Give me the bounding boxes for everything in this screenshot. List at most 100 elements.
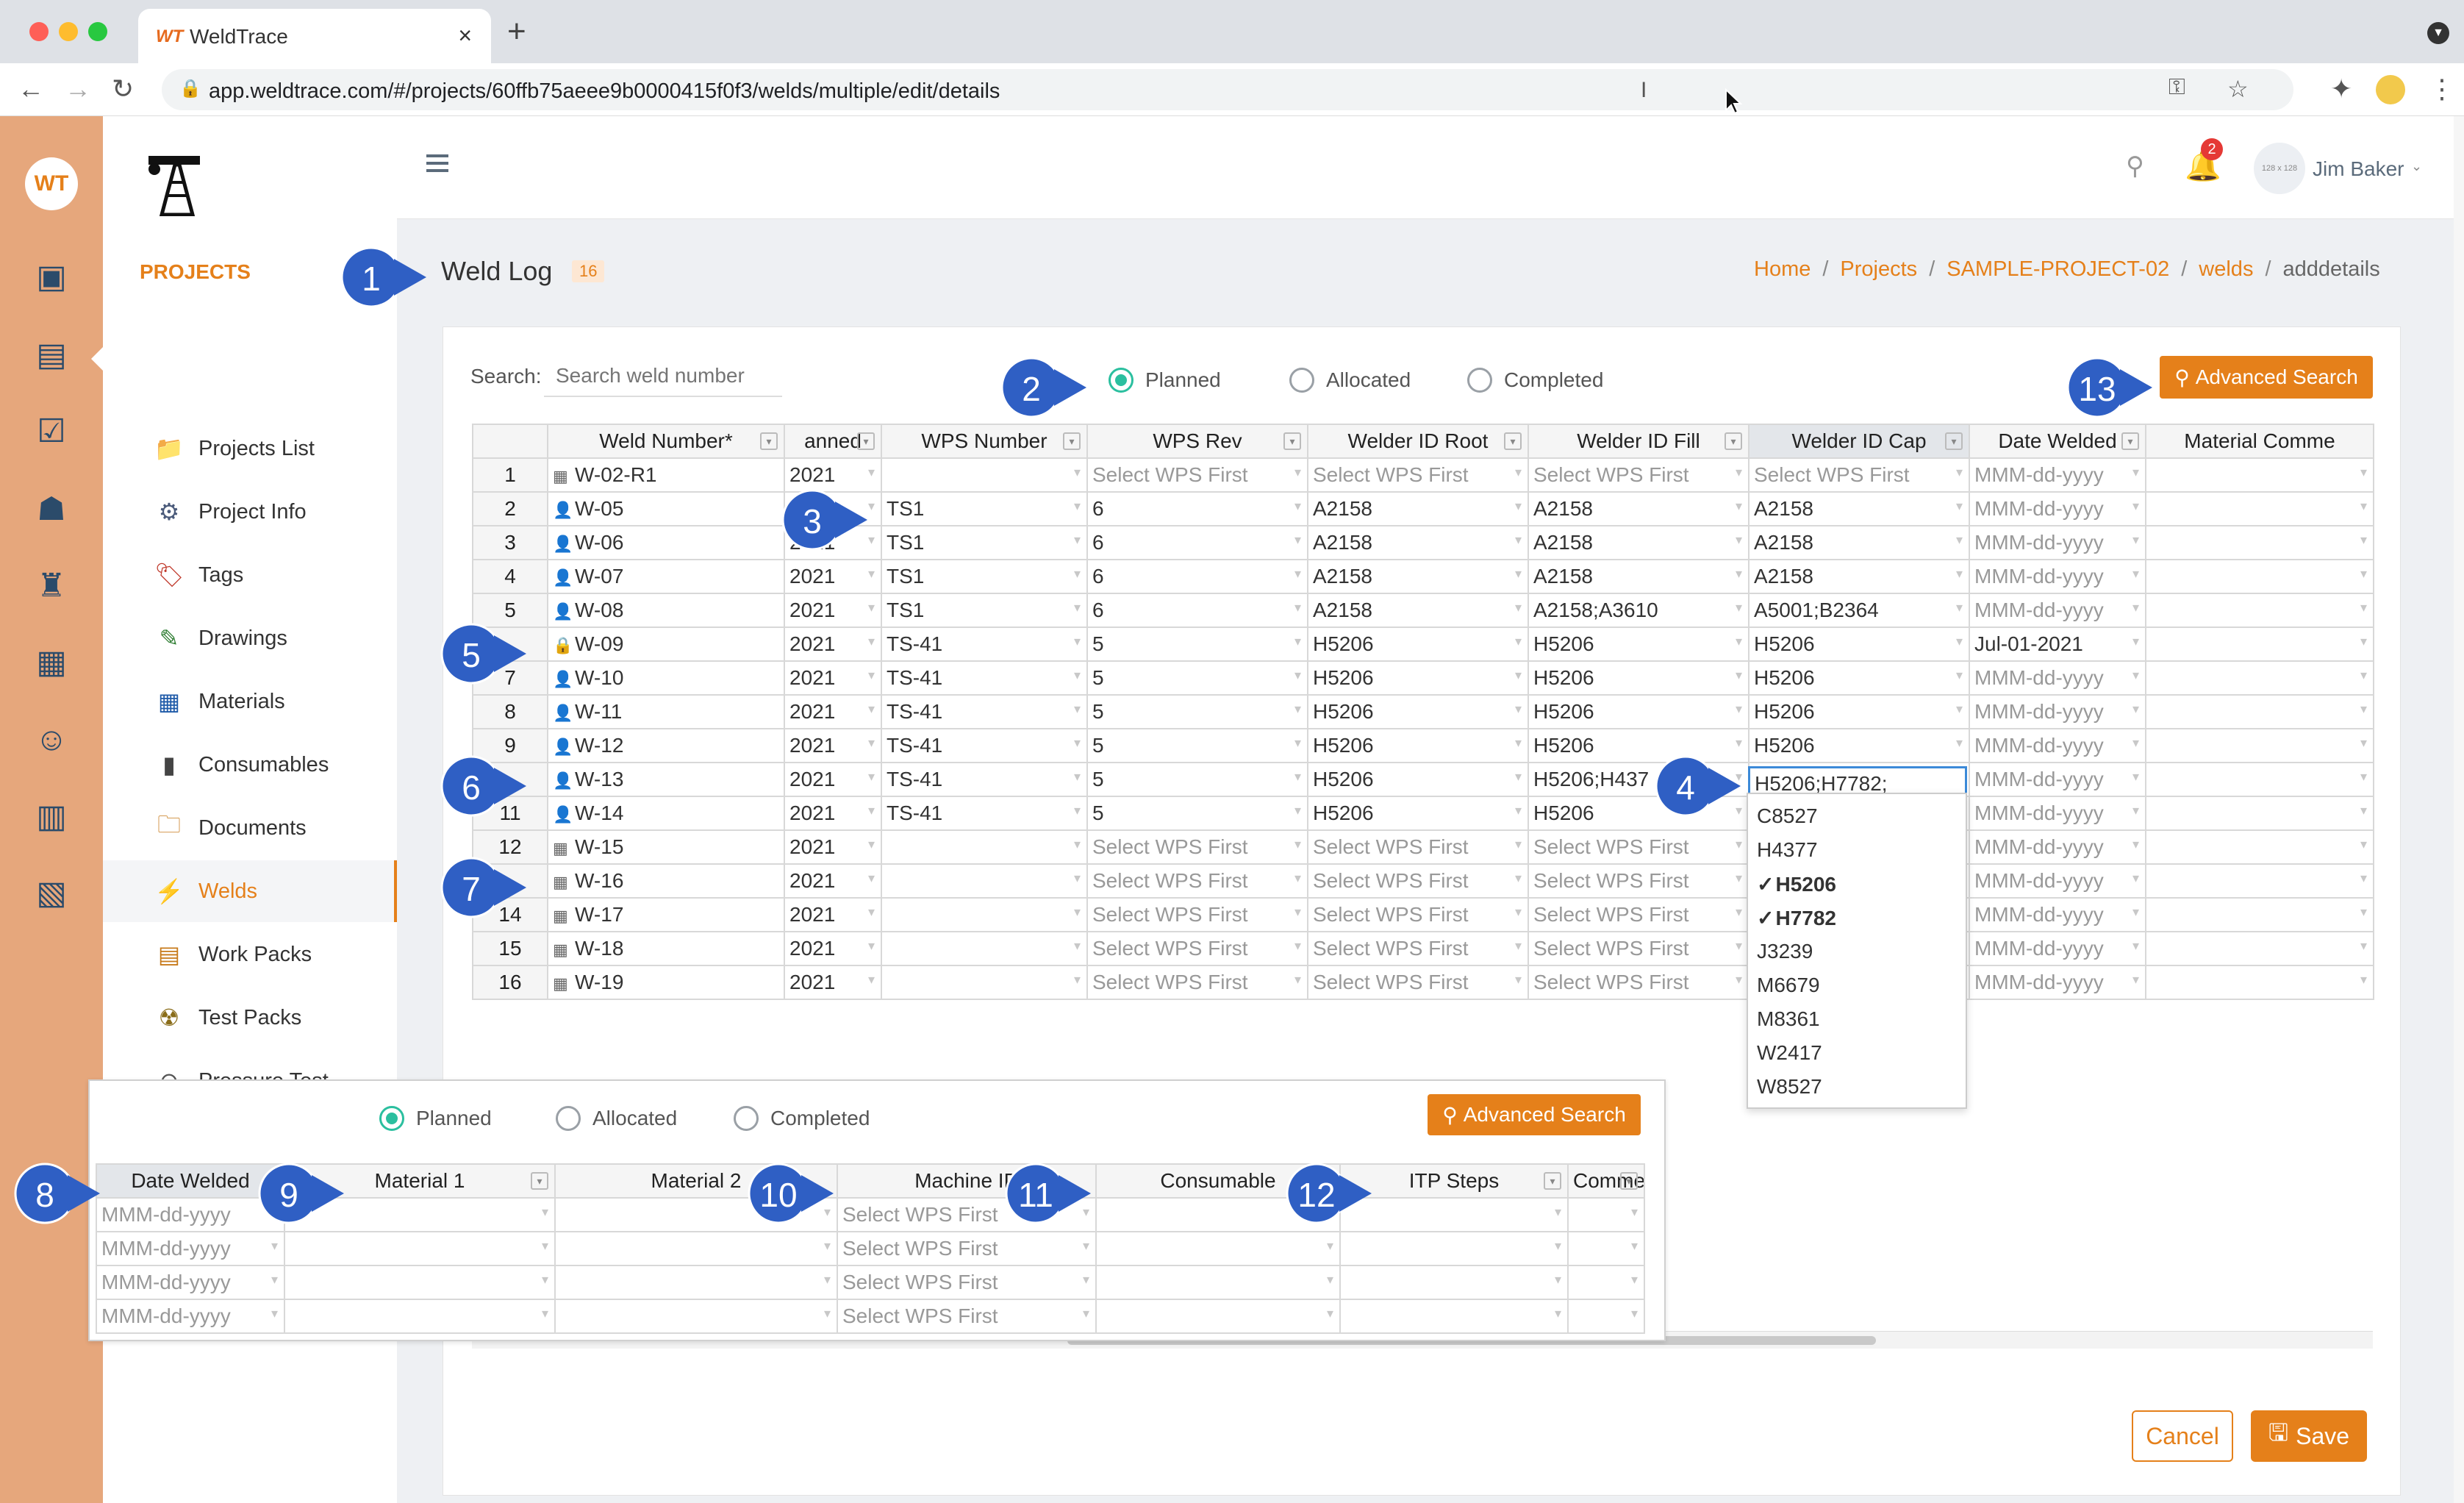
address-bar[interactable]: 🔒 app.weldtrace.com/#/projects/60ffb75ae… <box>162 69 2293 110</box>
sidebar-item-materials[interactable]: ▦ Materials <box>103 671 397 732</box>
table-row[interactable]: 14▦W-172021Select WPS FirstSelect WPS Fi… <box>472 897 2374 932</box>
welder-id-option[interactable]: H4377 <box>1757 838 1818 862</box>
date-cell[interactable]: MMM-dd-yyyy <box>1969 762 2146 797</box>
cancel-button[interactable]: Cancel <box>2132 1410 2233 1462</box>
wps-cell[interactable]: TS-41 <box>881 626 1088 662</box>
overlay-cell[interactable] <box>1567 1231 1645 1266</box>
overlay-cell[interactable] <box>1095 1299 1341 1334</box>
column-header[interactable]: Material Comme <box>2145 424 2374 459</box>
cap-cell[interactable]: A2158 <box>1748 491 1970 526</box>
dashboard-icon[interactable]: ▣ <box>28 253 75 300</box>
wps-cell[interactable]: TS1 <box>881 491 1088 526</box>
back-arrow-icon[interactable]: ← <box>18 74 44 104</box>
sidebar-item-project-info[interactable]: ⚙ Project Info <box>103 481 397 543</box>
welder-id-option[interactable]: ✓H7782 <box>1757 906 1836 930</box>
cap-cell[interactable]: H5206 <box>1748 660 1970 696</box>
weld-number-cell[interactable]: 👤W-07 <box>547 559 785 594</box>
welder-id-option[interactable]: ✓H5206 <box>1757 872 1836 896</box>
new-tab-button[interactable]: + <box>507 13 526 50</box>
sidebar-item-work-packs[interactable]: ▤ Work Packs <box>103 924 397 985</box>
material-comment-cell[interactable] <box>2145 796 2374 831</box>
date-cell[interactable]: MMM-dd-yyyy <box>1969 728 2146 763</box>
overlay-advanced-search-button[interactable]: ⚲ Advanced Search <box>1428 1094 1641 1135</box>
column-filter-icon[interactable]: ▾ <box>857 432 875 450</box>
wps-cell[interactable]: TS-41 <box>881 796 1088 831</box>
table-row[interactable]: 4👤W-072021TS16A2158A2158A2158MMM-dd-yyyy <box>472 559 2374 594</box>
breadcrumb-projects[interactable]: Projects <box>1840 257 1917 282</box>
root-cell[interactable]: H5206 <box>1307 660 1529 696</box>
overlay-cell[interactable] <box>1567 1265 1645 1300</box>
fill-cell[interactable]: A2158 <box>1528 525 1749 560</box>
sidebar-item-welds[interactable]: ⚡ Welds <box>103 860 397 922</box>
radio-allocated[interactable]: Allocated <box>1289 368 1411 393</box>
rev-cell[interactable]: 5 <box>1086 762 1308 797</box>
cap-cell[interactable]: H5206 <box>1748 626 1970 662</box>
weld-number-cell[interactable]: 👤W-13 <box>547 762 785 797</box>
table-row[interactable]: 16 ▦ W-19 2021 Select WPS First Select WPS Fi… <box>472 965 2374 1000</box>
overlay-radio-completed[interactable]: Completed <box>734 1106 870 1131</box>
sidebar-item-consumables[interactable]: ▮ Consumables <box>103 734 397 796</box>
date-cell[interactable]: MMM-dd-yyyy <box>1969 931 2146 966</box>
date-cell[interactable]: MMM-dd-yyyy <box>1969 694 2146 729</box>
overlay-cell[interactable]: Select WPS First <box>837 1231 1097 1266</box>
fill-cell[interactable]: H5206 <box>1528 694 1749 729</box>
wps-cell[interactable] <box>881 931 1088 966</box>
root-cell[interactable]: Select WPS First <box>1307 863 1529 899</box>
date-cell[interactable]: MMM-dd-yyyy <box>1969 491 2146 526</box>
weld-number-cell[interactable]: 🔒W-09 <box>547 626 785 662</box>
sidebar-item-documents[interactable]: 🗀 Documents <box>103 797 397 859</box>
overlay-radio-allocated-circle[interactable] <box>556 1106 581 1131</box>
rev-cell[interactable]: 6 <box>1086 593 1308 628</box>
overlay-cell[interactable] <box>1095 1231 1341 1266</box>
material-comment-cell[interactable] <box>2145 593 2374 628</box>
weld-number-cell[interactable]: 👤W-05 <box>547 491 785 526</box>
close-window-button[interactable] <box>29 22 49 41</box>
tab-search-icon[interactable]: ▼ <box>2427 22 2449 44</box>
column-filter-icon[interactable]: ▾ <box>1725 432 1742 450</box>
hamburger-menu-icon[interactable] <box>426 154 448 176</box>
column-header[interactable]: WPS Number ▾ <box>881 424 1088 459</box>
overlay-cell[interactable] <box>284 1299 556 1334</box>
root-cell[interactable]: H5206 <box>1307 694 1529 729</box>
table-row[interactable]: 8👤W-112021TS-415H5206H5206H5206MMM-dd-yy… <box>472 694 2374 729</box>
material-comment-cell[interactable] <box>2145 660 2374 696</box>
table-row[interactable]: 3👤W-062021TS16A2158A2158A2158MMM-dd-yyyy <box>472 525 2374 560</box>
key-icon[interactable]: ⚿ <box>2168 75 2185 100</box>
overlay-cell[interactable]: MMM-dd-yyyy <box>96 1265 285 1300</box>
overlay-cell[interactable] <box>1339 1265 1569 1300</box>
user-menu-chevron-icon[interactable]: ⌄ <box>2411 159 2422 174</box>
rev-cell[interactable]: 5 <box>1086 728 1308 763</box>
material-comment-cell[interactable] <box>2145 626 2374 662</box>
welder-id-option[interactable]: M8361 <box>1757 1007 1820 1031</box>
wps-cell[interactable]: TS-41 <box>881 694 1088 729</box>
cap-cell[interactable]: H5206 <box>1748 728 1970 763</box>
rev-cell[interactable]: 5 <box>1086 660 1308 696</box>
overlay-cell[interactable] <box>1339 1299 1569 1334</box>
material-comment-cell[interactable] <box>2145 559 2374 594</box>
date-cell[interactable]: MMM-dd-yyyy <box>1969 897 2146 932</box>
root-cell[interactable]: Select WPS First <box>1307 965 1529 1000</box>
overlay-cell[interactable]: Select WPS First <box>837 1299 1097 1334</box>
weld-number-cell[interactable]: ▦ W-18 <box>547 931 785 966</box>
fill-cell[interactable]: Select WPS First <box>1528 965 1749 1000</box>
wps-cell[interactable] <box>881 829 1088 865</box>
cap-cell[interactable]: A5001;B2364 <box>1748 593 1970 628</box>
root-cell[interactable]: H5206 <box>1307 626 1529 662</box>
extensions-icon[interactable]: ✦ <box>2330 74 2352 104</box>
weld-number-cell[interactable]: 👤W-08 <box>547 593 785 628</box>
weld-number-cell[interactable]: ▦ W-19 <box>547 965 785 1000</box>
page-vertical-scrollbar[interactable] <box>2454 116 2464 1503</box>
root-cell[interactable]: A2158 <box>1307 491 1529 526</box>
pl-cell[interactable]: 2021 <box>784 660 882 696</box>
pl-cell[interactable]: 2021 <box>784 796 882 831</box>
column-filter-icon[interactable]: ▾ <box>1945 432 1963 450</box>
material-comment-cell[interactable] <box>2145 525 2374 560</box>
pl-cell[interactable]: 2021 <box>784 626 882 662</box>
material-comment-cell[interactable] <box>2145 863 2374 899</box>
avatar[interactable]: 128 x 128 <box>2254 143 2305 194</box>
column-filter-icon[interactable]: ▾ <box>1544 1172 1561 1190</box>
projects-folder-icon[interactable]: ▤ <box>28 331 75 378</box>
material-comment-cell[interactable] <box>2145 457 2374 493</box>
weld-number-cell[interactable]: 👤W-10 <box>547 660 785 696</box>
breadcrumb-welds[interactable]: welds <box>2199 257 2253 282</box>
